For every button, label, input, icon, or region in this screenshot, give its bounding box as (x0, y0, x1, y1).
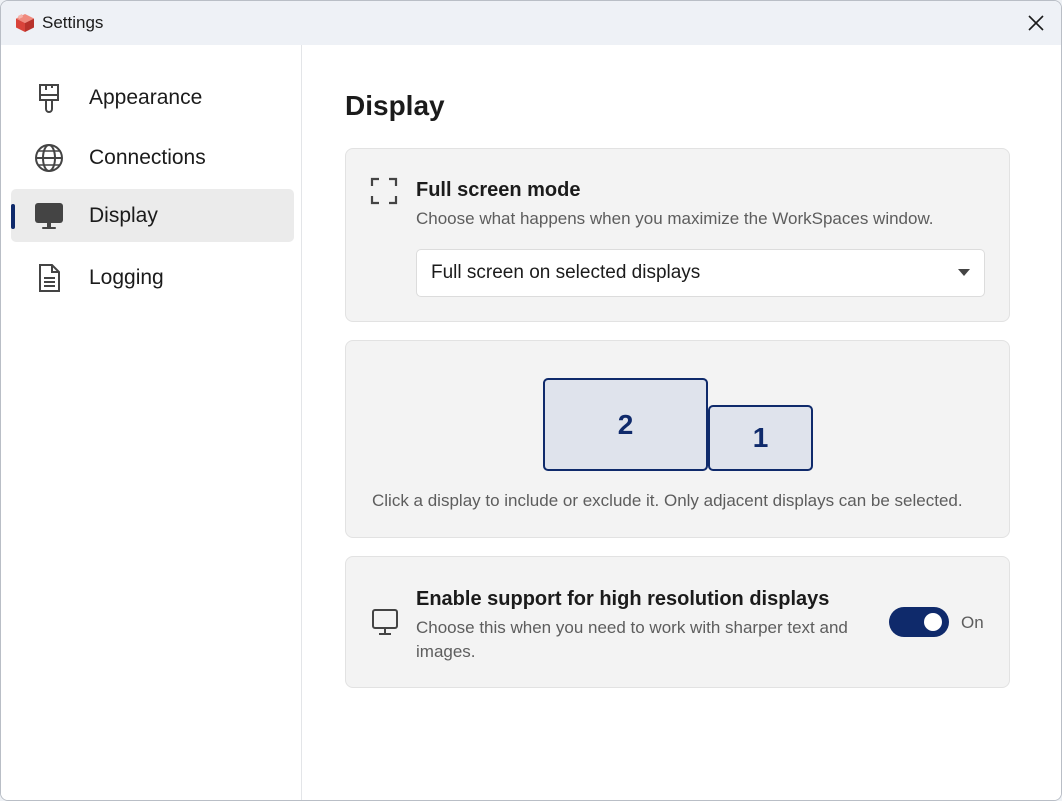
globe-icon (35, 144, 63, 172)
toggle-knob (924, 613, 942, 631)
close-button[interactable] (1011, 1, 1061, 45)
window-title: Settings (42, 13, 104, 32)
title-bar: Settings (1, 1, 1061, 45)
monitor-outline-icon (372, 609, 398, 635)
monitor-2[interactable]: 2 (543, 378, 708, 471)
sidebar-item-display[interactable]: Display (11, 189, 294, 242)
high-res-title: Enable support for high resolution displ… (416, 588, 830, 610)
sidebar-item-label: Logging (89, 266, 164, 289)
active-indicator (11, 204, 15, 229)
high-res-toggle[interactable] (889, 607, 949, 637)
sidebar: Appearance Connections Display Logging (1, 45, 302, 800)
sidebar-item-label: Display (89, 204, 158, 227)
monitor-1[interactable]: 1 (708, 405, 813, 471)
dropdown-selected-value: Full screen on selected displays (431, 262, 701, 283)
high-res-description: Choose this when you need to work with s… (416, 618, 848, 661)
sidebar-item-appearance[interactable]: Appearance (11, 71, 294, 124)
sidebar-item-logging[interactable]: Logging (11, 251, 294, 304)
caret-down-icon (958, 269, 970, 276)
high-res-card: Enable support for high resolution displ… (345, 556, 1010, 688)
settings-window: Settings Appearance Connections Display … (0, 0, 1062, 801)
fullscreen-description: Choose what happens when you maximize th… (416, 209, 934, 228)
fullscreen-card: Full screen mode Choose what happens whe… (345, 148, 1010, 322)
paintbrush-icon (39, 84, 59, 113)
sidebar-item-label: Connections (89, 146, 206, 169)
toggle-state-label: On (961, 613, 984, 632)
monitor-icon (35, 203, 63, 229)
document-icon (39, 264, 60, 292)
close-icon (1028, 15, 1044, 31)
display-layout-card: 2 1 Click a display to include or exclud… (345, 340, 1010, 538)
fullscreen-icon (370, 177, 398, 205)
display-hint: Click a display to include or exclude it… (372, 491, 963, 510)
sidebar-item-connections[interactable]: Connections (11, 131, 294, 184)
fullscreen-title: Full screen mode (416, 179, 581, 201)
workspaces-app-icon (16, 14, 34, 32)
main-content: Display Full screen mode Choose what hap… (302, 45, 1061, 800)
fullscreen-mode-dropdown[interactable]: Full screen on selected displays (416, 249, 985, 297)
page-title: Display (345, 90, 445, 121)
sidebar-item-label: Appearance (89, 86, 203, 109)
